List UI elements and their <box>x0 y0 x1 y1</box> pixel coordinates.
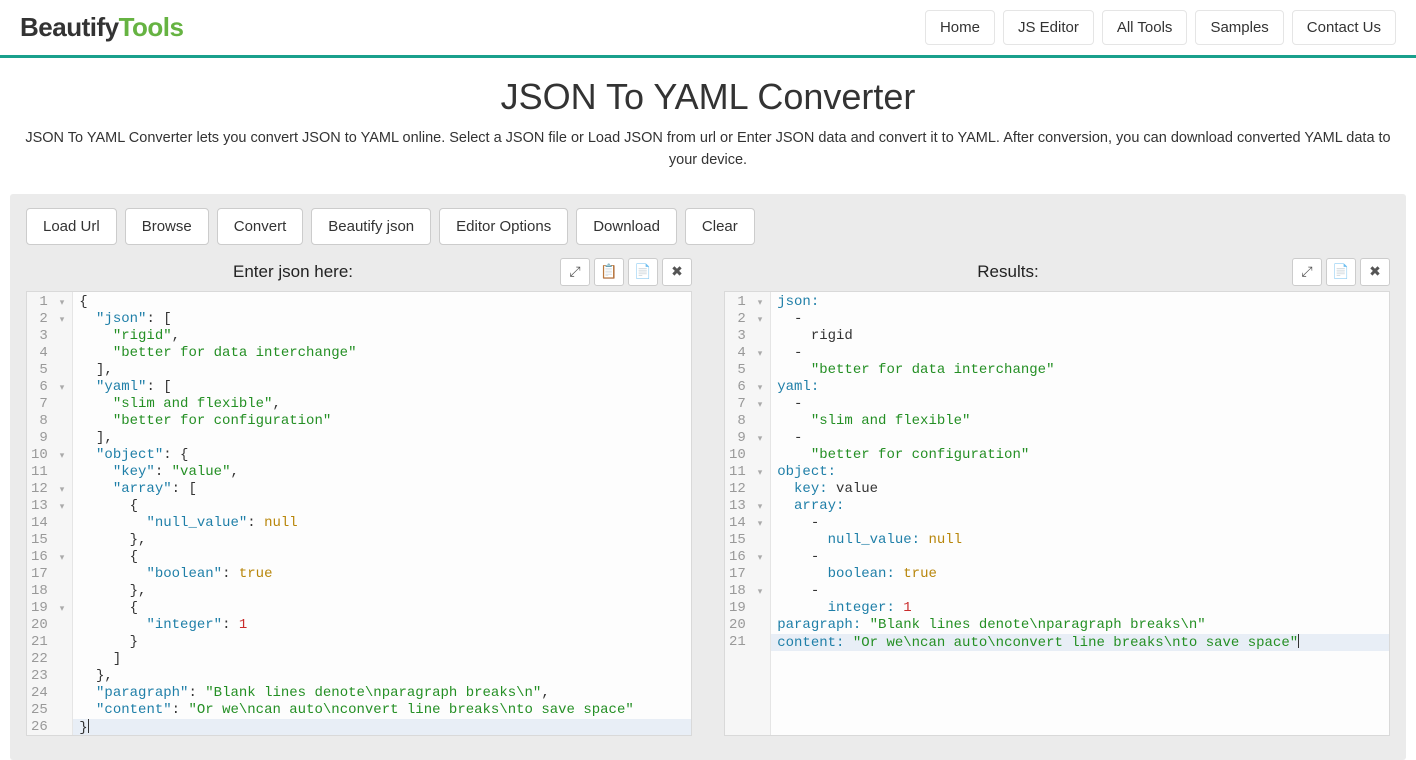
fullscreen-icon[interactable]: ⤢ <box>560 258 590 286</box>
browse-button[interactable]: Browse <box>125 208 209 245</box>
toolbar: Load Url Browse Convert Beautify json Ed… <box>26 208 1390 245</box>
panel-output-controls: ⤢ 📄 ✖ <box>1292 258 1390 286</box>
logo[interactable]: BeautifyTools <box>20 12 183 43</box>
panel-output-title: Results: <box>724 262 1292 282</box>
convert-button[interactable]: Convert <box>217 208 304 245</box>
hero: JSON To YAML Converter JSON To YAML Conv… <box>0 58 1416 188</box>
yaml-editor[interactable]: 1 ▾2 ▾3 4 ▾5 6 ▾7 ▾8 9 ▾10 11 ▾12 13 ▾14… <box>724 291 1390 736</box>
yaml-code[interactable]: json: - rigid - "better for data interch… <box>771 292 1389 735</box>
yaml-gutter: 1 ▾2 ▾3 4 ▾5 6 ▾7 ▾8 9 ▾10 11 ▾12 13 ▾14… <box>725 292 771 735</box>
paste-icon[interactable]: 📋 <box>594 258 624 286</box>
beautify-json-button[interactable]: Beautify json <box>311 208 431 245</box>
nav-links: Home JS Editor All Tools Samples Contact… <box>925 10 1396 45</box>
panel-output: Results: ⤢ 📄 ✖ 1 ▾2 ▾3 4 ▾5 6 ▾7 ▾8 9 ▾1… <box>724 257 1390 736</box>
editor-options-button[interactable]: Editor Options <box>439 208 568 245</box>
panel-input-controls: ⤢ 📋 📄 ✖ <box>560 258 692 286</box>
fullscreen-icon[interactable]: ⤢ <box>1292 258 1322 286</box>
copy-icon[interactable]: 📄 <box>628 258 658 286</box>
json-gutter: 1 ▾2 ▾3 4 5 6 ▾7 8 9 10 ▾11 12 ▾13 ▾14 1… <box>27 292 73 735</box>
nav-home[interactable]: Home <box>925 10 995 45</box>
json-editor[interactable]: 1 ▾2 ▾3 4 5 6 ▾7 8 9 10 ▾11 12 ▾13 ▾14 1… <box>26 291 692 736</box>
clear-button[interactable]: Clear <box>685 208 755 245</box>
load-url-button[interactable]: Load Url <box>26 208 117 245</box>
page-title: JSON To YAML Converter <box>20 76 1396 118</box>
top-bar: BeautifyTools Home JS Editor All Tools S… <box>0 0 1416 58</box>
nav-samples[interactable]: Samples <box>1195 10 1283 45</box>
nav-contact[interactable]: Contact Us <box>1292 10 1396 45</box>
workbench: Load Url Browse Convert Beautify json Ed… <box>10 194 1406 760</box>
panels: Enter json here: ⤢ 📋 📄 ✖ 1 ▾2 ▾3 4 5 6 ▾… <box>26 257 1390 736</box>
close-icon[interactable]: ✖ <box>662 258 692 286</box>
nav-jseditor[interactable]: JS Editor <box>1003 10 1094 45</box>
json-code[interactable]: { "json": [ "rigid", "better for data in… <box>73 292 691 735</box>
close-icon[interactable]: ✖ <box>1360 258 1390 286</box>
logo-part2: Tools <box>119 12 184 42</box>
panel-output-head: Results: ⤢ 📄 ✖ <box>724 257 1390 287</box>
panel-input: Enter json here: ⤢ 📋 📄 ✖ 1 ▾2 ▾3 4 5 6 ▾… <box>26 257 692 736</box>
copy-icon[interactable]: 📄 <box>1326 258 1356 286</box>
panel-input-title: Enter json here: <box>26 262 560 282</box>
logo-part1: Beautify <box>20 12 119 42</box>
nav-alltools[interactable]: All Tools <box>1102 10 1188 45</box>
page-description: JSON To YAML Converter lets you convert … <box>20 128 1396 172</box>
download-button[interactable]: Download <box>576 208 677 245</box>
panel-input-head: Enter json here: ⤢ 📋 📄 ✖ <box>26 257 692 287</box>
